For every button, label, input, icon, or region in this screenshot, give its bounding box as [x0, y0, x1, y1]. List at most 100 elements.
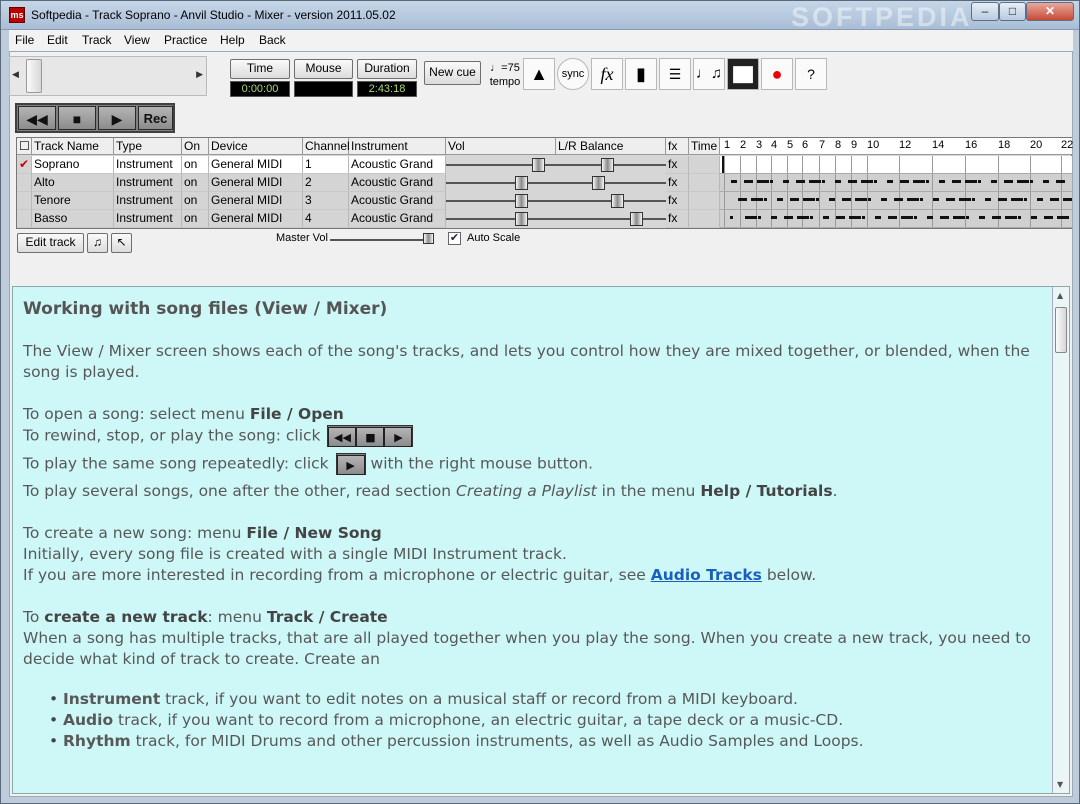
cell-type[interactable]: Instrument	[114, 156, 182, 174]
cell-check[interactable]	[17, 192, 32, 210]
balance-slider[interactable]	[556, 210, 666, 228]
wrench-icon[interactable]: ↖	[111, 233, 132, 253]
new-cue-button[interactable]: New cue	[424, 61, 481, 85]
cell-fx[interactable]: fx	[666, 174, 689, 192]
tempo-button[interactable]: ♩=75 tempo	[488, 61, 522, 93]
help-icon[interactable]: ?	[795, 58, 827, 90]
microphone-icon[interactable]: ▮	[625, 58, 657, 90]
header-vol[interactable]: Vol	[446, 138, 556, 155]
cell-check[interactable]	[17, 174, 32, 192]
master-vol-thumb[interactable]	[423, 233, 434, 244]
cell-check[interactable]: ✔	[17, 156, 32, 174]
duration-button[interactable]: Duration	[357, 59, 417, 79]
cell-check[interactable]	[17, 210, 32, 228]
cell-fx[interactable]: fx	[666, 156, 689, 174]
menu-help[interactable]: Help	[220, 33, 245, 47]
header-type[interactable]: Type	[114, 138, 182, 155]
vol-thumb[interactable]	[532, 158, 545, 172]
keyboard-icon[interactable]: ██	[727, 58, 759, 90]
cell-instrument[interactable]: Acoustic Grand	[349, 156, 446, 174]
cell-type[interactable]: Instrument	[114, 174, 182, 192]
cell-fx[interactable]: fx	[666, 192, 689, 210]
master-vol-slider[interactable]	[330, 239, 434, 241]
track-timeline[interactable]	[720, 174, 1072, 192]
close-button[interactable]: ✕	[1026, 2, 1074, 21]
stop-button[interactable]: ■	[58, 106, 96, 130]
record-icon[interactable]: ●	[761, 58, 793, 90]
scroll-thumb[interactable]	[26, 59, 42, 93]
speaker-small-icon[interactable]: ♫	[87, 233, 108, 253]
measure-ruler[interactable]: 1 2 3 4 5 6 7 8 9 10 12 14 16 18 20 22	[720, 138, 1073, 155]
scroll-left-icon[interactable]: ◀	[12, 69, 19, 80]
sync-icon[interactable]: sync	[557, 58, 589, 90]
time-button[interactable]: Time	[230, 59, 290, 79]
rec-button[interactable]: Rec	[138, 106, 173, 130]
speaker-icon[interactable]: ♩♫	[693, 58, 725, 90]
auto-scale-checkbox[interactable]: ✔	[448, 232, 461, 245]
menu-file[interactable]: File	[15, 33, 34, 47]
play-button[interactable]: ▶	[98, 106, 136, 130]
track-timeline[interactable]	[720, 192, 1072, 210]
scroll-up-icon[interactable]: ▲	[1057, 291, 1063, 300]
cell-name[interactable]: Tenore	[32, 192, 114, 210]
cell-device[interactable]: General MIDI	[209, 210, 303, 228]
header-device[interactable]: Device	[209, 138, 303, 155]
balance-slider[interactable]	[556, 192, 666, 210]
vol-slider[interactable]	[446, 156, 556, 174]
header-channel[interactable]: Channel	[303, 138, 350, 155]
balance-thumb[interactable]	[611, 194, 624, 208]
header-track-name[interactable]: Track Name	[32, 138, 114, 155]
rewind-button[interactable]: ◀◀	[18, 106, 56, 130]
vol-slider[interactable]	[446, 210, 556, 228]
balance-slider[interactable]	[556, 174, 666, 192]
header-instrument[interactable]: Instrument	[349, 138, 446, 155]
cell-type[interactable]: Instrument	[114, 192, 182, 210]
scroll-right-icon[interactable]: ▶	[196, 69, 203, 80]
cell-device[interactable]: General MIDI	[209, 174, 303, 192]
cell-device[interactable]: General MIDI	[209, 156, 303, 174]
balance-slider[interactable]	[556, 156, 666, 174]
balance-thumb[interactable]	[601, 158, 614, 172]
cell-channel[interactable]: 2	[303, 174, 349, 192]
balance-thumb[interactable]	[630, 212, 643, 226]
menu-view[interactable]: View	[124, 33, 150, 47]
menu-back[interactable]: Back	[259, 33, 286, 47]
header-on[interactable]: On	[182, 138, 209, 155]
track-timeline[interactable]	[720, 156, 1072, 174]
vol-thumb[interactable]	[515, 176, 528, 190]
header-time[interactable]: Time	[689, 138, 720, 155]
mouse-button[interactable]: Mouse	[294, 59, 353, 79]
menu-edit[interactable]: Edit	[47, 33, 68, 47]
menu-track[interactable]: Track	[82, 33, 112, 47]
vol-thumb[interactable]	[515, 194, 528, 208]
cell-instrument[interactable]: Acoustic Grand	[349, 192, 446, 210]
balance-thumb[interactable]	[592, 176, 605, 190]
scroll-down-icon[interactable]: ▼	[1057, 780, 1063, 789]
maximize-button[interactable]: □	[999, 2, 1026, 21]
cell-instrument[interactable]: Acoustic Grand	[349, 210, 446, 228]
cell-name[interactable]: Basso	[32, 210, 114, 228]
cell-channel[interactable]: 4	[303, 210, 349, 228]
position-scrollbar[interactable]: ◀ ▶	[9, 56, 207, 96]
vol-thumb[interactable]	[515, 212, 528, 226]
minimize-button[interactable]: –	[971, 2, 999, 21]
cell-on[interactable]: on	[182, 156, 209, 174]
fx-icon[interactable]: fx	[591, 58, 623, 90]
header-balance[interactable]: L/R Balance	[556, 138, 666, 155]
metronome-icon[interactable]: ▲	[523, 58, 555, 90]
cell-on[interactable]: on	[182, 210, 209, 228]
cell-channel[interactable]: 3	[303, 192, 349, 210]
cell-type[interactable]: Instrument	[114, 210, 182, 228]
header-fx[interactable]: fx	[666, 138, 689, 155]
mixer-icon[interactable]: ☰	[659, 58, 691, 90]
help-scroll-thumb[interactable]	[1055, 307, 1067, 353]
menu-practice[interactable]: Practice	[164, 33, 207, 47]
cell-channel[interactable]: 1	[303, 156, 349, 174]
edit-track-button[interactable]: Edit track	[17, 233, 84, 253]
cell-name[interactable]: Alto	[32, 174, 114, 192]
vol-slider[interactable]	[446, 174, 556, 192]
cell-name[interactable]: Soprano	[32, 156, 114, 174]
track-timeline[interactable]	[720, 210, 1072, 228]
vol-slider[interactable]	[446, 192, 556, 210]
cell-on[interactable]: on	[182, 192, 209, 210]
